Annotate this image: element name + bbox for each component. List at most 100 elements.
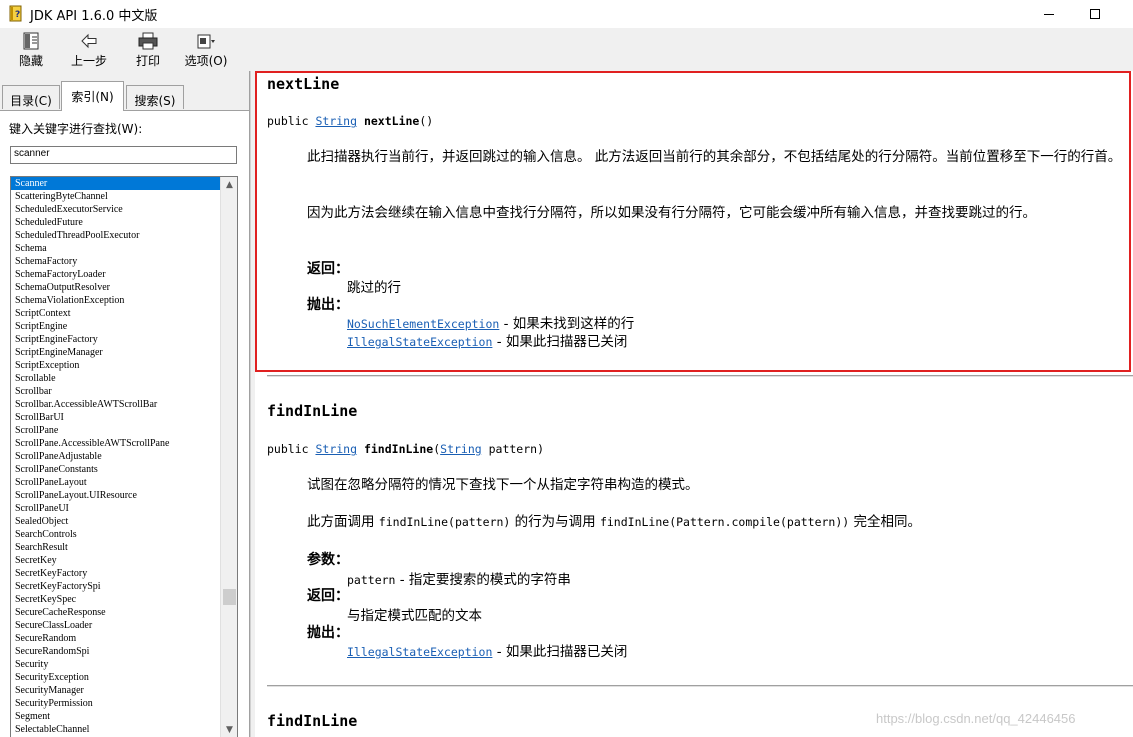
list-item[interactable]: SchemaOutputResolver bbox=[11, 281, 220, 294]
param-name: pattern bbox=[347, 573, 396, 587]
list-item[interactable]: Security bbox=[11, 658, 220, 671]
list-item[interactable]: SealedObject bbox=[11, 515, 220, 528]
throws-item-1: IllegalStateException - 如果此扫描器已关闭 bbox=[347, 640, 627, 660]
list-item[interactable]: SchemaViolationException bbox=[11, 294, 220, 307]
tab-search[interactable]: 搜索(S) bbox=[126, 85, 184, 109]
list-item[interactable]: SecureClassLoader bbox=[11, 619, 220, 632]
nosuchelementexception-link[interactable]: NoSuchElementException bbox=[347, 317, 499, 331]
watermark: https://blog.csdn.net/qq_42446456 bbox=[876, 711, 1076, 726]
separator bbox=[267, 685, 1133, 687]
help-book-icon: ? bbox=[9, 5, 22, 22]
list-item[interactable]: ScriptEngineFactory bbox=[11, 333, 220, 346]
list-item[interactable]: ScrollPaneAdjustable bbox=[11, 450, 220, 463]
list-item[interactable]: ScrollPaneUI bbox=[11, 502, 220, 515]
method-title-findinline-2: findInLine bbox=[267, 712, 358, 730]
hide-button[interactable]: 隐藏 bbox=[14, 30, 48, 70]
list-item[interactable]: ScheduledExecutorService bbox=[11, 203, 220, 216]
sig-modifier: public bbox=[267, 442, 316, 456]
method-title-findinline: findInLine bbox=[267, 402, 358, 420]
index-list[interactable]: Scanner ScatteringByteChannel ScheduledExe… bbox=[10, 176, 238, 737]
list-item[interactable]: Scanner bbox=[11, 177, 220, 190]
scroll-down-arrow-icon[interactable]: ▼ bbox=[221, 722, 237, 737]
list-item[interactable]: ScriptException bbox=[11, 359, 220, 372]
list-item[interactable]: ScrollBarUI bbox=[11, 411, 220, 424]
minimize-icon bbox=[1044, 13, 1054, 15]
list-item[interactable]: SelectableChannel bbox=[11, 723, 220, 736]
method-description-1: 试图在忽略分隔符的情况下查找下一个从指定字符串构造的模式。 bbox=[307, 477, 699, 493]
list-item[interactable]: ScrollPane bbox=[11, 424, 220, 437]
print-button[interactable]: 打印 bbox=[130, 30, 166, 70]
desc-part-a: 此方面调用 bbox=[307, 514, 379, 530]
method-description-1: 此扫描器执行当前行，并返回跳过的输入信息。 此方法返回当前行的其余部分，不包括结… bbox=[307, 149, 1122, 165]
desc-part-c: 完全相同。 bbox=[849, 514, 921, 530]
sig-params: () bbox=[419, 114, 434, 128]
returns-label: 返回： bbox=[307, 588, 349, 604]
list-item[interactable]: ScatteringByteChannel bbox=[11, 190, 220, 203]
list-item[interactable]: SecureRandomSpi bbox=[11, 645, 220, 658]
list-item[interactable]: Scrollbar.AccessibleAWTScrollBar bbox=[11, 398, 220, 411]
index-list-scrollbar[interactable]: ▲ ▼ bbox=[220, 177, 237, 737]
window-title: JDK API 1.6.0 中文版 bbox=[30, 9, 158, 24]
string-type-link[interactable]: String bbox=[315, 442, 357, 456]
list-item[interactable]: ScheduledFuture bbox=[11, 216, 220, 229]
options-icon bbox=[197, 34, 215, 49]
list-item[interactable]: ScrollPaneConstants bbox=[11, 463, 220, 476]
list-item[interactable]: Segment bbox=[11, 710, 220, 723]
throws-label: 抛出： bbox=[307, 625, 349, 641]
list-item[interactable]: ScheduledThreadPoolExecutor bbox=[11, 229, 220, 242]
illegalstateexception-link[interactable]: IllegalStateException bbox=[347, 645, 492, 659]
list-item[interactable]: ScriptContext bbox=[11, 307, 220, 320]
throws-label: 抛出： bbox=[307, 297, 349, 313]
scroll-thumb[interactable] bbox=[223, 589, 236, 605]
list-item[interactable]: ScriptEngine bbox=[11, 320, 220, 333]
maximize-icon bbox=[1090, 9, 1100, 19]
list-item[interactable]: SecretKeyFactorySpi bbox=[11, 580, 220, 593]
list-item[interactable]: ScrollPane.AccessibleAWTScrollPane bbox=[11, 437, 220, 450]
maximize-button[interactable] bbox=[1072, 0, 1118, 28]
desc-part-b: 的行为与调用 bbox=[510, 514, 600, 530]
separator bbox=[267, 375, 1133, 377]
keyword-input[interactable]: scanner bbox=[10, 146, 237, 164]
method-title-nextline: nextLine bbox=[267, 75, 340, 93]
content-pane: nextLine public String nextLine() 此扫描器执行… bbox=[255, 71, 1133, 737]
illegalstateexception-link[interactable]: IllegalStateException bbox=[347, 335, 492, 349]
list-item[interactable]: Schema bbox=[11, 242, 220, 255]
desc-code-2: findInLine(Pattern.compile(pattern)) bbox=[599, 515, 850, 529]
string-type-link[interactable]: String bbox=[315, 114, 357, 128]
param-desc: - 指定要搜索的模式的字符串 bbox=[395, 572, 571, 588]
minimize-button[interactable] bbox=[1026, 0, 1072, 28]
list-item[interactable]: SecretKey bbox=[11, 554, 220, 567]
sig-modifier: public bbox=[267, 114, 316, 128]
list-item[interactable]: SchemaFactory bbox=[11, 255, 220, 268]
returns-label: 返回： bbox=[307, 261, 349, 277]
returns-value: 跳过的行 bbox=[347, 280, 401, 296]
scroll-up-arrow-icon[interactable]: ▲ bbox=[221, 177, 237, 194]
svg-text:?: ? bbox=[15, 10, 20, 20]
throws-item-1-desc: - 如果此扫描器已关闭 bbox=[492, 644, 628, 660]
list-item[interactable]: ScriptEngineManager bbox=[11, 346, 220, 359]
list-item[interactable]: ScrollPaneLayout bbox=[11, 476, 220, 489]
print-label: 打印 bbox=[135, 54, 160, 68]
list-item[interactable]: SearchResult bbox=[11, 541, 220, 554]
list-item[interactable]: Scrollable bbox=[11, 372, 220, 385]
list-item[interactable]: SecretKeySpec bbox=[11, 593, 220, 606]
tab-index[interactable]: 索引(N) bbox=[61, 81, 124, 111]
list-item[interactable]: SecretKeyFactory bbox=[11, 567, 220, 580]
throws-item-2: IllegalStateException - 如果此扫描器已关闭 bbox=[347, 330, 627, 350]
list-item[interactable]: SecurityPermission bbox=[11, 697, 220, 710]
list-item[interactable]: SecureCacheResponse bbox=[11, 606, 220, 619]
string-param-type-link[interactable]: String bbox=[440, 442, 482, 456]
options-label: 选项(O) bbox=[184, 54, 228, 68]
list-item[interactable]: SecurityManager bbox=[11, 684, 220, 697]
list-item[interactable]: ScrollPaneLayout.UIResource bbox=[11, 489, 220, 502]
list-item[interactable]: SearchControls bbox=[11, 528, 220, 541]
hide-label: 隐藏 bbox=[18, 54, 43, 68]
options-button[interactable]: 选项(O) bbox=[182, 30, 230, 70]
sig-params: pattern) bbox=[481, 442, 544, 456]
back-button[interactable]: 上一步 bbox=[66, 30, 112, 70]
list-item[interactable]: SecurityException bbox=[11, 671, 220, 684]
list-item[interactable]: SecureRandom bbox=[11, 632, 220, 645]
tab-contents[interactable]: 目录(C) bbox=[2, 85, 60, 109]
list-item[interactable]: Scrollbar bbox=[11, 385, 220, 398]
list-item[interactable]: SchemaFactoryLoader bbox=[11, 268, 220, 281]
